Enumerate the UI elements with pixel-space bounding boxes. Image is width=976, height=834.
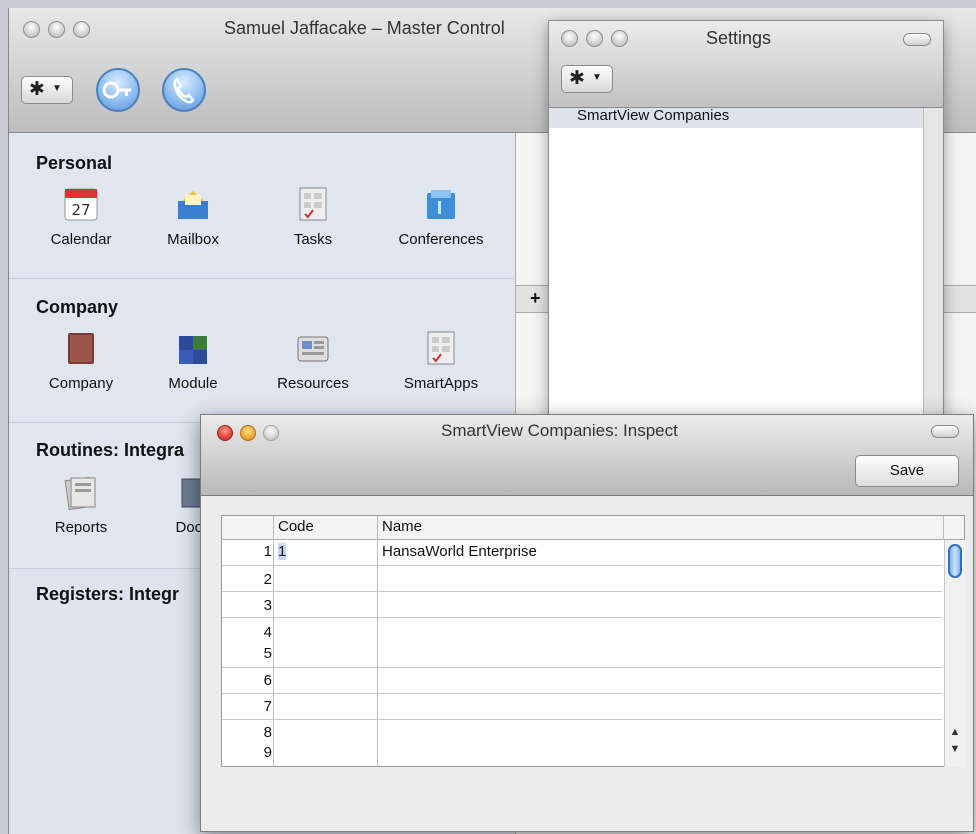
add-button[interactable]: +: [530, 288, 541, 309]
launcher-label: Module: [168, 375, 218, 392]
key-button[interactable]: [96, 68, 140, 112]
column-header-name[interactable]: Name: [382, 518, 422, 535]
window-title: Settings: [706, 28, 772, 48]
company-book-icon: [68, 333, 94, 364]
smartapps-icon: [427, 331, 455, 365]
list-item-label: SmartView Companies: [577, 107, 730, 124]
resources-icon: [297, 336, 329, 362]
section-title: Routines: Integra: [36, 440, 185, 460]
table-row[interactable]: 2: [222, 566, 942, 592]
launcher-label: Resources: [277, 375, 349, 392]
list-item[interactable]: SmartView Companies: [549, 107, 923, 128]
row-number: 6: [263, 672, 272, 689]
toolbar-toggle-button[interactable]: [931, 425, 959, 438]
scroll-up-arrow-icon[interactable]: ▲: [945, 726, 965, 738]
launcher-smartapps[interactable]: SmartApps: [393, 329, 489, 392]
zoom-window-button[interactable]: [73, 21, 90, 38]
close-window-button[interactable]: [217, 425, 233, 441]
inspect-titlebar: SmartView Companies: Inspect Save: [201, 415, 973, 496]
gear-menu-button[interactable]: ✱ ▼: [21, 76, 73, 104]
section-title: Personal: [36, 153, 113, 173]
gear-icon: ✱: [29, 79, 45, 100]
section-title: Company: [36, 297, 119, 317]
settings-scrollbar[interactable]: [923, 108, 943, 421]
companies-grid: Code Name 1 1 HansaWorld Enterprise 2 3 …: [221, 515, 965, 767]
row-number: 5: [263, 645, 272, 662]
module-puzzle-icon: [179, 336, 207, 364]
window-title: Samuel Jaffacake – Master Control: [224, 18, 505, 38]
close-window-button[interactable]: [561, 30, 578, 47]
chevron-down-icon: ▼: [592, 72, 602, 83]
launcher-tasks[interactable]: Tasks: [265, 185, 361, 248]
launcher-conferences[interactable]: Conferences: [393, 185, 489, 248]
calendar-icon: 27: [64, 188, 98, 221]
close-window-button[interactable]: [23, 21, 40, 38]
row-number: 4: [263, 624, 272, 641]
minimize-window-button[interactable]: [586, 30, 603, 47]
table-row[interactable]: 1 1 HansaWorld Enterprise: [222, 540, 942, 566]
launcher-label: SmartApps: [403, 375, 479, 392]
reports-icon: [64, 476, 96, 511]
settings-titlebar: Settings ✱ ▼: [549, 21, 943, 108]
launcher-mailbox[interactable]: Mailbox: [145, 185, 241, 248]
launcher-label: Calendar: [50, 231, 112, 248]
launcher-calendar[interactable]: 27 Calendar: [33, 185, 129, 248]
section-company: Company Company Module Resources SmartAp…: [9, 279, 514, 423]
key-icon: [102, 81, 131, 99]
launcher-company[interactable]: Company: [33, 329, 129, 392]
scroll-down-arrow-icon[interactable]: ▼: [945, 743, 965, 755]
gear-menu-button[interactable]: ✱ ▼: [561, 65, 613, 93]
row-number: 1: [263, 543, 272, 560]
launcher-label: Reports: [54, 519, 108, 536]
launcher-label: Mailbox: [167, 231, 219, 248]
inspect-window: SmartView Companies: Inspect Save Code N…: [200, 414, 974, 832]
section-personal: Personal 27 Calendar Mailbox Tasks Confe…: [9, 133, 514, 279]
save-button[interactable]: Save: [855, 455, 959, 487]
settings-window: Settings ✱ ▼ SmartView Companies: [548, 20, 944, 422]
gear-icon: ✱: [569, 68, 585, 89]
table-row[interactable]: 3: [222, 592, 942, 618]
launcher-label: Conferences: [398, 231, 484, 248]
table-row[interactable]: 8 9: [222, 720, 942, 766]
row-number: 8: [263, 724, 272, 741]
launcher-module[interactable]: Module: [145, 329, 241, 392]
zoom-window-button[interactable]: [263, 425, 279, 441]
row-number: 9: [263, 744, 272, 761]
table-row[interactable]: 4 5: [222, 618, 942, 668]
grid-header: Code Name: [222, 516, 964, 540]
toolbar-toggle-button[interactable]: [903, 33, 931, 46]
chevron-down-icon: ▼: [52, 83, 62, 94]
launcher-label: Company: [48, 375, 114, 392]
table-row[interactable]: 6: [222, 668, 942, 694]
name-cell[interactable]: HansaWorld Enterprise: [382, 543, 537, 560]
launcher-label: Tasks: [293, 231, 333, 248]
minimize-window-button[interactable]: [240, 425, 256, 441]
phone-button[interactable]: [162, 68, 206, 112]
code-cell[interactable]: 1: [278, 543, 287, 560]
row-number: 3: [263, 597, 272, 614]
phone-icon: [173, 77, 195, 104]
window-title: SmartView Companies: Inspect: [441, 421, 678, 440]
row-number: 7: [263, 698, 272, 715]
launcher-resources[interactable]: Resources: [265, 329, 361, 392]
section-title: Registers: Integr: [36, 584, 180, 604]
column-divider: [943, 516, 944, 539]
zoom-window-button[interactable]: [611, 30, 628, 47]
scroll-thumb[interactable]: [948, 544, 962, 578]
mailbox-icon: [178, 191, 208, 219]
tasks-icon: [299, 187, 327, 221]
row-number: 2: [263, 571, 272, 588]
column-header-code[interactable]: Code: [278, 518, 314, 535]
grid-scrollbar[interactable]: ▲ ▼: [944, 540, 965, 767]
launcher-reports[interactable]: Reports: [33, 473, 129, 536]
minimize-window-button[interactable]: [48, 21, 65, 38]
table-row[interactable]: 7: [222, 694, 942, 720]
svg-text:27: 27: [71, 201, 90, 219]
settings-list: SmartView Companies: [549, 107, 923, 421]
conferences-icon: [427, 190, 455, 219]
